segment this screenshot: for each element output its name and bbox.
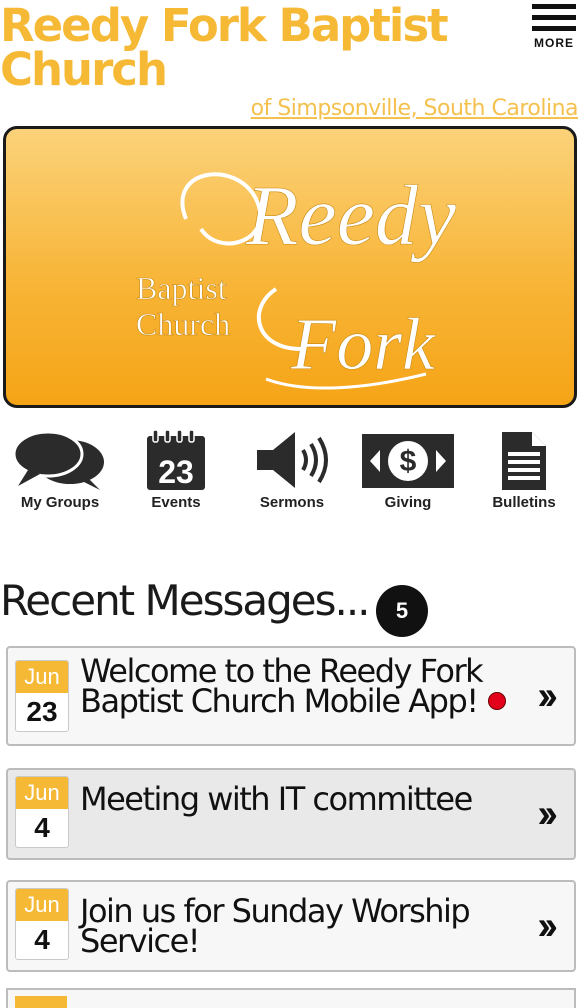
church-banner: Reedy Baptist Church Fork [3, 126, 577, 408]
church-title: Reedy Fork Baptist Church [0, 0, 449, 96]
more-label: MORE [534, 36, 574, 50]
nav-label: My Groups [20, 494, 100, 511]
nav-events[interactable]: 23 Events [118, 428, 234, 518]
nav-label: Bulletins [492, 494, 556, 511]
message-day: 23 [26, 696, 58, 727]
message-day: 4 [34, 924, 50, 955]
chevron-right-icon[interactable]: ›› [537, 794, 557, 834]
message-title: Welcome to the Reedy Fork Baptist Church… [80, 652, 484, 720]
message-row[interactable]: Jun 4 Join us for Sunday Worship Service… [6, 880, 576, 972]
message-row[interactable]: Jun 23 Welcome to the Reedy Fork Baptist… [6, 646, 576, 746]
nav-label: Giving [384, 494, 432, 511]
message-count-badge: 5 [376, 585, 428, 637]
message-date: Jun 4 [15, 776, 69, 848]
nav-my-groups[interactable]: My Groups [2, 428, 118, 518]
message-date: Jun 23 [15, 660, 69, 732]
message-title: Join us for Sunday Worship Service! [80, 892, 471, 960]
hamburger-bar [532, 26, 576, 31]
message-title: Meeting with IT committee [80, 780, 473, 818]
calendar-date: 23 [158, 454, 194, 490]
logo-word-church: Church [136, 306, 230, 342]
chevron-right-icon[interactable]: ›› [537, 906, 557, 946]
more-menu-button[interactable]: MORE [528, 4, 580, 54]
chat-bubbles-icon [12, 430, 104, 490]
speaker-icon [257, 432, 328, 488]
nav-giving[interactable]: $ Giving [350, 428, 466, 518]
nav-label: Events [151, 494, 201, 511]
message-month: Jun [16, 889, 68, 921]
logo-word-baptist: Baptist [136, 270, 227, 306]
message-day: 4 [34, 812, 50, 843]
message-row[interactable]: Jun 4 Meeting with IT committee ›› [6, 768, 576, 860]
logo-word-fork: Fork [290, 304, 436, 386]
logo-word-reedy: Reedy [245, 167, 456, 263]
chevron-right-icon[interactable]: ›› [537, 676, 557, 716]
hamburger-icon [532, 4, 576, 9]
church-logo: Reedy Baptist Church Fork [136, 167, 456, 390]
unread-indicator [488, 692, 506, 710]
calendar-icon: 23 [147, 429, 205, 490]
recent-messages-title: Recent Messages... [0, 576, 371, 625]
message-date-partial [15, 996, 67, 1008]
message-month: Jun [16, 661, 68, 693]
dollar-bill-icon: $ [362, 434, 454, 488]
church-subtitle[interactable]: of Simpsonville, South Carolina [251, 96, 579, 121]
message-month: Jun [16, 777, 68, 809]
nav-label: Sermons [259, 494, 325, 511]
message-date: Jun 4 [15, 888, 69, 960]
app-header: Reedy Fork Baptist Church of Simpsonvill… [0, 0, 584, 125]
dollar-glyph: $ [400, 445, 417, 478]
nav-bulletins[interactable]: Bulletins [466, 428, 582, 518]
message-row-partial[interactable] [6, 988, 576, 1008]
document-icon [502, 432, 546, 490]
hamburger-bar [532, 15, 576, 20]
quick-nav: My Groups 23 Events Sermons $ Giving Bul… [0, 428, 584, 520]
nav-sermons[interactable]: Sermons [234, 428, 350, 518]
